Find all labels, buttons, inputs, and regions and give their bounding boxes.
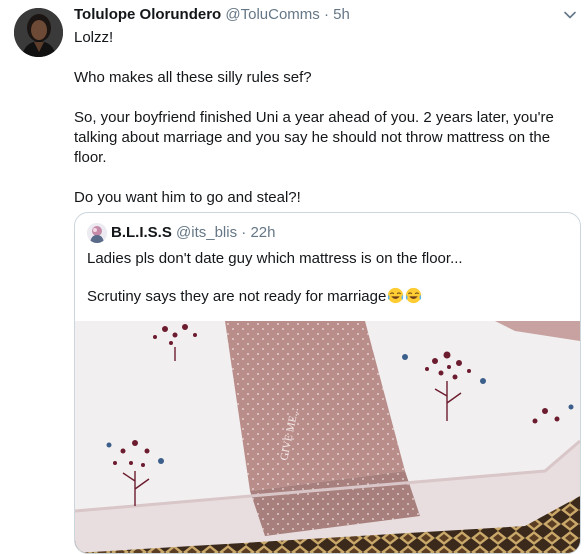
mattress-photo-icon: GIVE ME... — [75, 321, 580, 553]
quoted-line-2: Scrutiny says they are not ready for mar… — [87, 288, 387, 305]
quoted-tweet-card[interactable]: B.L.I.S.S @its_blis · 22h Ladies pls don… — [74, 212, 581, 554]
quoted-tweet-header: B.L.I.S.S @its_blis · 22h — [111, 223, 275, 243]
tears-of-joy-emoji-icon — [406, 287, 422, 304]
tweet-timestamp[interactable]: 5h — [333, 6, 350, 23]
quoted-media-image[interactable]: GIVE ME... — [75, 321, 580, 553]
tweet-paragraph: Lolzz! — [74, 29, 114, 46]
tweet-paragraph: So, your boyfriend finished Uni a year a… — [74, 109, 554, 166]
quoted-line-2-wrap: Scrutiny says they are not ready for mar… — [87, 287, 567, 307]
tweet-body: Lolzz! Who makes all these silly rules s… — [74, 28, 574, 208]
quoted-tweet-body: Ladies pls don't date guy which mattress… — [87, 249, 567, 307]
chevron-down-icon[interactable] — [563, 8, 577, 22]
quoted-author-handle[interactable]: @its_blis — [176, 224, 237, 241]
quoted-line-1: Ladies pls don't date guy which mattress… — [87, 250, 463, 267]
header-separator: · — [323, 6, 329, 23]
avatar[interactable] — [14, 8, 63, 57]
tears-of-joy-emoji-icon — [388, 287, 404, 304]
quoted-avatar-image — [87, 223, 107, 243]
quoted-header-separator: · — [241, 224, 247, 241]
tweet-paragraph: Do you want him to go and steal?! — [74, 189, 301, 206]
tweet-header: Tolulope Olorundero @ToluComms · 5h — [74, 5, 350, 25]
tweet-paragraph: Who makes all these silly rules sef? — [74, 69, 312, 86]
author-name[interactable]: Tolulope Olorundero — [74, 6, 221, 23]
avatar-image — [14, 8, 63, 57]
author-handle[interactable]: @ToluComms — [225, 6, 319, 23]
quoted-tweet-timestamp[interactable]: 22h — [250, 224, 275, 241]
quoted-avatar[interactable] — [87, 223, 107, 243]
quoted-author-name[interactable]: B.L.I.S.S — [111, 224, 172, 241]
